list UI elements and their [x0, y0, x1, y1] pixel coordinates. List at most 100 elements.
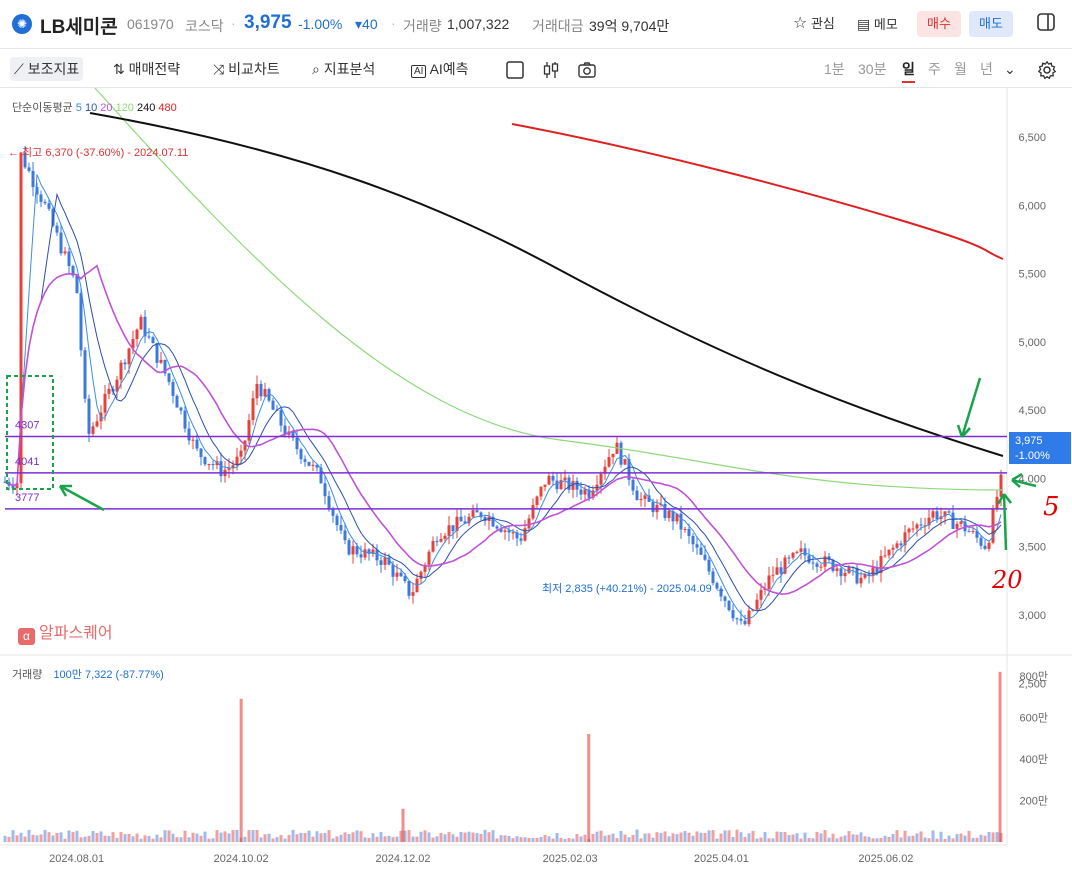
candle-body [495, 526, 499, 529]
candle-body [235, 456, 239, 466]
all-time-low-label: 최저 2,835 (+40.21%) - 2025.04.09 → [542, 582, 726, 595]
time-tick-label: 2024.12.02 [375, 853, 430, 865]
volume-bar [711, 830, 715, 842]
candle-body [339, 525, 343, 531]
volume-bar [227, 833, 231, 842]
candle-body [47, 203, 51, 209]
volume-bar [423, 830, 427, 842]
candle-body [155, 343, 159, 363]
candle-body [891, 547, 895, 550]
volume-bar [739, 832, 743, 842]
volume-bar [791, 834, 795, 842]
candle-body [239, 450, 243, 457]
volume-bar [983, 835, 987, 842]
volume-bar [79, 837, 83, 842]
volume-bar [819, 833, 823, 842]
volume-bar [687, 832, 691, 842]
candle-body [219, 461, 223, 477]
candle-body [955, 523, 959, 529]
volume-bar [527, 837, 531, 842]
candle-body [819, 566, 823, 568]
candle-body [511, 532, 515, 534]
volume-bar [511, 838, 515, 842]
volume-bar [339, 834, 343, 842]
candle-body [135, 329, 139, 339]
candle-body [839, 568, 843, 577]
candle-body [547, 475, 551, 485]
volume-bar [707, 830, 711, 842]
candle-body [175, 395, 179, 408]
volume-bar [651, 837, 655, 842]
price-tick-label: 6,000 [1018, 200, 1046, 212]
candle-body [355, 546, 359, 555]
volume-bar [251, 830, 255, 842]
volume-bar [795, 833, 799, 842]
candle-body [847, 567, 851, 573]
volume-bar [411, 836, 415, 842]
volume-bar [347, 834, 351, 842]
candle-body [347, 540, 351, 555]
volume-axis: 800만 600만 400만 200만 [1020, 670, 1048, 808]
volume-bar [899, 837, 903, 842]
moving-average-lines [4, 87, 1004, 620]
candle-body [519, 538, 523, 541]
candle-body [983, 545, 987, 549]
candle-body [623, 459, 627, 465]
volume-bar [695, 831, 699, 842]
volume-bar [583, 834, 587, 842]
candle-body [63, 251, 67, 254]
volume-spike-bar [998, 671, 1002, 842]
volume-bar [87, 835, 91, 842]
volume-bar [995, 832, 999, 842]
volume-bar [615, 838, 619, 842]
candle-body [475, 510, 479, 513]
volume-bar [371, 833, 375, 842]
candle-body [27, 167, 31, 171]
volume-bar [991, 832, 995, 842]
candle-body [231, 465, 235, 468]
volume-bar [787, 835, 791, 842]
candle-body [667, 510, 671, 519]
volume-bar [355, 830, 359, 842]
candle-body [263, 389, 267, 397]
volume-bar [439, 832, 443, 842]
candle-body [619, 442, 623, 465]
price-chart[interactable]: 6,5006,0005,5005,0004,5004,0003,5003,000… [0, 0, 1072, 875]
volume-bar [647, 833, 651, 842]
candle-body [543, 484, 547, 487]
current-price-tag-pct: -1.00% [1015, 450, 1050, 462]
volume-bar [747, 833, 751, 842]
candle-body [147, 336, 151, 338]
volume-bar [247, 830, 251, 842]
annotation-arrow [59, 484, 105, 512]
volume-bar [471, 832, 475, 842]
candle-body [527, 518, 531, 529]
candle-body [251, 398, 255, 421]
volume-bar [783, 832, 787, 842]
candle-body [459, 516, 463, 522]
volume-bar [467, 831, 471, 842]
candle-body [67, 251, 71, 267]
volume-bar [955, 834, 959, 842]
volume-bar [987, 832, 991, 842]
volume-bar [35, 835, 39, 842]
volume-bar [163, 830, 167, 842]
volume-legend-value: 100만 7,322 (-87.77%) [53, 669, 164, 681]
volume-bar [499, 835, 503, 842]
candle-body [331, 509, 335, 516]
volume-bar [575, 834, 579, 842]
volume-bar [123, 834, 127, 842]
volume-bar [627, 837, 631, 842]
candle-body [211, 464, 215, 466]
volume-bar [555, 833, 559, 842]
volume-bar [259, 837, 263, 842]
volume-bar [491, 830, 495, 842]
volume-bar [663, 831, 667, 842]
candle-body [787, 557, 791, 559]
volume-bar [771, 838, 775, 842]
candle-body [75, 275, 79, 294]
candle-body [31, 170, 35, 188]
candle-body [711, 571, 715, 584]
volume-bar [967, 830, 971, 842]
volume-bar [83, 836, 87, 842]
